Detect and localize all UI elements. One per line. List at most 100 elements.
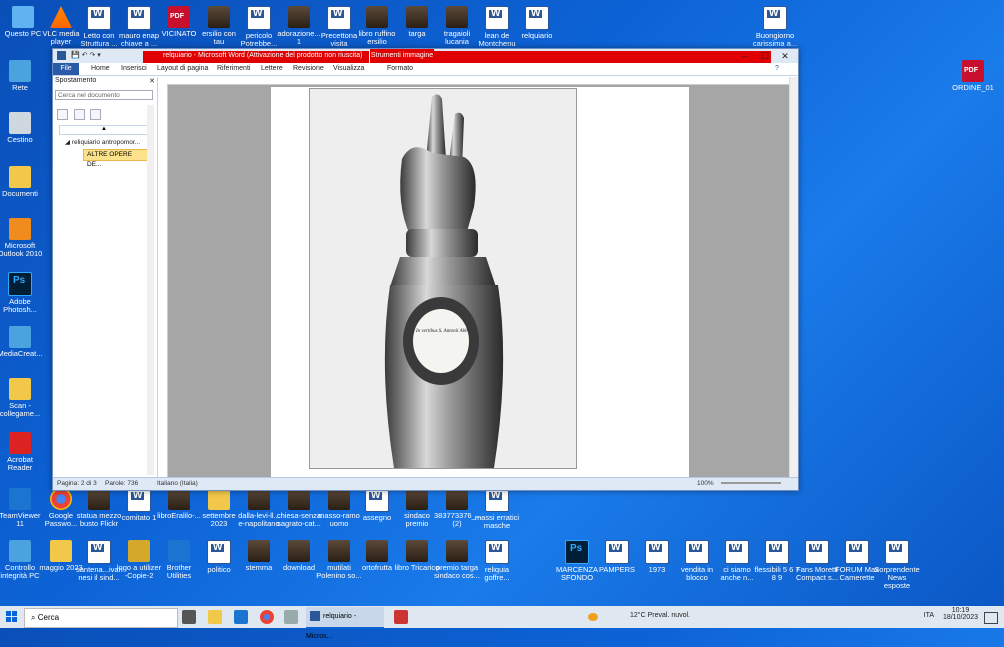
page-indicator[interactable]: Pagina: 2 di 3 xyxy=(57,480,97,487)
nav-scrollbar[interactable] xyxy=(147,105,154,475)
word-doc-icon xyxy=(525,6,549,30)
word-doc-icon xyxy=(207,540,231,564)
tab-references[interactable]: Riferimenti xyxy=(217,65,250,72)
word-doc-icon xyxy=(87,6,111,30)
ribbon-tabs: File Home Inserisci Layout di pagina Rif… xyxy=(53,63,798,76)
photoshop-icon xyxy=(565,540,589,564)
language-indicator[interactable]: ITA xyxy=(924,612,934,619)
desktop-icon[interactable]: relquiario xyxy=(514,6,560,40)
pages-view-icon[interactable] xyxy=(73,109,85,120)
word-doc-icon xyxy=(247,6,271,30)
folder-icon xyxy=(50,540,72,562)
word-doc-icon xyxy=(127,488,151,512)
app-icon[interactable] xyxy=(394,610,408,624)
brother-icon xyxy=(168,540,190,562)
word-count[interactable]: Parole: 736 xyxy=(105,480,138,487)
notifications-icon[interactable] xyxy=(984,612,998,624)
zoom-slider[interactable] xyxy=(721,482,781,484)
maximize-button[interactable]: ☐ xyxy=(755,50,775,62)
close-icon[interactable]: ✕ xyxy=(149,77,155,85)
app-icon xyxy=(9,326,31,348)
word-doc-icon xyxy=(87,540,111,564)
tab-file[interactable]: File xyxy=(53,63,79,75)
file-explorer-icon[interactable] xyxy=(208,610,222,624)
app-icon[interactable] xyxy=(284,610,298,624)
clock-date: 18/10/2023 xyxy=(942,614,978,621)
teamviewer-icon xyxy=(9,488,31,510)
photo-icon xyxy=(208,6,230,28)
search-input[interactable]: Cerca nel documento xyxy=(55,90,153,100)
word-window: 💾 ↶ ↷ ▾ relquiario - Microsoft Word (Att… xyxy=(52,48,799,491)
start-button[interactable] xyxy=(6,611,18,623)
desktop-icon[interactable]: Documenti xyxy=(0,166,43,198)
minimize-button[interactable]: – xyxy=(735,50,755,62)
photo-icon xyxy=(446,6,468,28)
results-view-icon[interactable] xyxy=(90,109,102,120)
zoom-level[interactable]: 100% xyxy=(697,480,714,487)
document-scrollbar[interactable] xyxy=(789,77,798,477)
desktop-icon[interactable]: Microsoft Outlook 2010 xyxy=(0,218,43,258)
health-icon xyxy=(9,540,31,562)
desktop-icon[interactable]: Scan - collegame... xyxy=(0,378,43,418)
tab-view[interactable]: Visualizza xyxy=(333,65,364,72)
tab-page-layout[interactable]: Layout di pagina xyxy=(157,65,208,72)
chrome-icon[interactable] xyxy=(260,610,274,624)
desktop-icon[interactable]: Buongiorno carissima a... xyxy=(752,6,798,48)
close-button[interactable]: ✕ xyxy=(775,50,795,62)
horizontal-ruler[interactable] xyxy=(159,77,789,85)
desktop-icon[interactable]: massi erratici masche xyxy=(474,488,520,530)
language-indicator[interactable]: Italiano (Italia) xyxy=(157,480,198,487)
chrome-icon xyxy=(50,488,72,510)
task-view-icon[interactable] xyxy=(182,610,196,624)
tab-home[interactable]: Home xyxy=(91,65,110,72)
desktop-icon[interactable]: Acrobat Reader xyxy=(0,432,43,472)
taskbar-word-task[interactable]: relquiario - Micros... xyxy=(306,607,384,640)
tab-insert[interactable]: Inserisci xyxy=(121,65,147,72)
desktop-icon[interactable]: TeamViewer 11 xyxy=(0,488,43,528)
desktop-icon-rete[interactable]: Rete xyxy=(0,60,43,92)
word-doc-icon xyxy=(885,540,909,564)
tab-review[interactable]: Revisione xyxy=(293,65,324,72)
desktop-icon[interactable]: ORDINE_01 xyxy=(950,60,996,92)
quick-access-toolbar[interactable]: 💾 ↶ ↷ ▾ xyxy=(71,51,101,59)
taskbar-search[interactable]: ⌕ Cerca xyxy=(24,608,178,628)
pdf-icon xyxy=(168,6,190,28)
word-doc-icon xyxy=(805,540,829,564)
headings-view-icon[interactable] xyxy=(57,109,68,120)
image-caption: In vertibus S. Antonii Abb xyxy=(416,329,468,334)
desktop-icon[interactable]: Controllo integrità PC xyxy=(0,540,43,580)
weather-text[interactable]: 12°C Preval. nuvol. xyxy=(630,612,690,619)
word-doc-icon xyxy=(645,540,669,564)
nav-heading-item-selected[interactable]: ALTRE OPERE DE... xyxy=(83,149,148,168)
desktop-icon[interactable]: Sorprendente News esposte xyxy=(874,540,920,590)
desktop-icon[interactable]: reliquia goffre... xyxy=(474,540,520,582)
document-area: In vertibus S. Antonii Abb xyxy=(159,77,789,477)
window-title: relquiario - Microsoft Word (Attivazione… xyxy=(163,52,363,59)
word-doc-icon xyxy=(845,540,869,564)
desktop-icon-cestino[interactable]: Cestino xyxy=(0,112,43,144)
photo-icon xyxy=(88,488,110,510)
desktop-icon[interactable]: MediaCreat... xyxy=(0,326,43,358)
photo-icon xyxy=(248,540,270,562)
photo-icon xyxy=(328,540,350,562)
context-tab-picture-tools[interactable]: Strumenti immagine xyxy=(369,49,434,63)
word-doc-icon xyxy=(327,6,351,30)
nav-heading-item[interactable]: ◢ reliquiario antropomor... xyxy=(65,138,140,146)
photo-icon xyxy=(446,540,468,562)
folder-icon xyxy=(9,166,31,188)
photo-icon xyxy=(446,488,468,510)
tab-format[interactable]: Formato xyxy=(387,65,413,72)
clock[interactable]: 10:19 18/10/2023 xyxy=(943,607,978,621)
vertical-ruler[interactable] xyxy=(159,84,168,477)
nav-collapse-handle[interactable]: ▲ xyxy=(59,125,149,135)
edge-icon[interactable] xyxy=(234,610,248,624)
photo-icon xyxy=(406,540,428,562)
desktop-icon[interactable]: Adobe Photosh... xyxy=(0,272,43,314)
help-icon[interactable]: ? xyxy=(775,65,779,72)
reliquary-photo[interactable]: In vertibus S. Antonii Abb xyxy=(309,88,577,469)
network-icon xyxy=(9,60,31,82)
word-doc-icon xyxy=(725,540,749,564)
photo-icon xyxy=(288,6,310,28)
tab-mailings[interactable]: Lettere xyxy=(261,65,283,72)
nav-view-tabs xyxy=(57,109,104,120)
